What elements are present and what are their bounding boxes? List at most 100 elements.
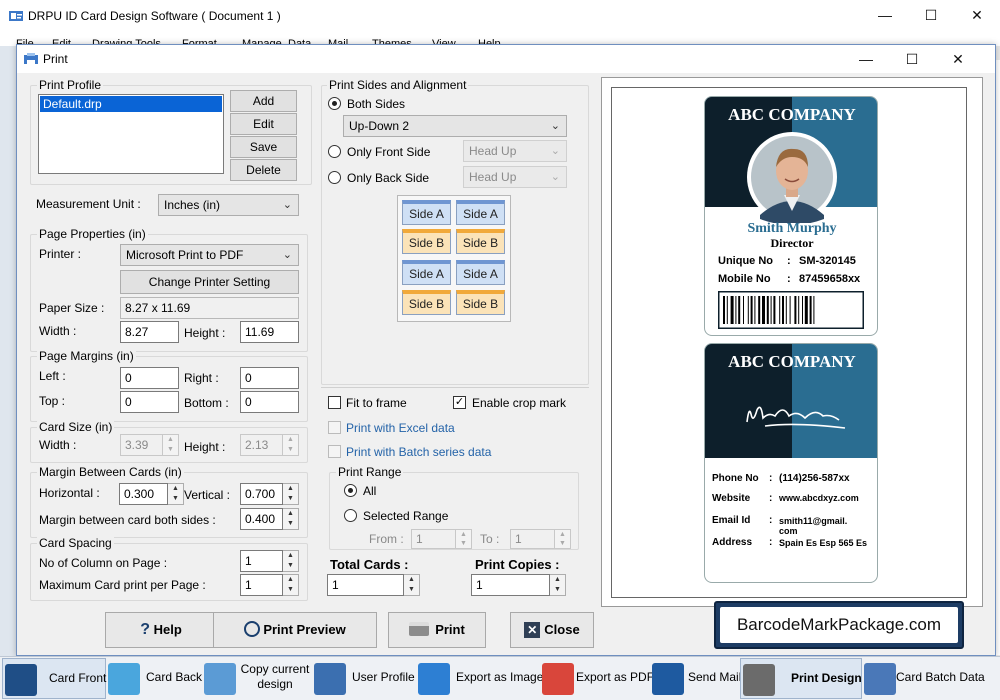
toolbar-export-pdf[interactable]: Export as PDF [540,658,654,699]
bottom-margin-label: Bottom : [184,396,229,410]
front-side-label[interactable]: Only Front Side [347,145,430,159]
batch-data-icon [864,663,896,695]
top-margin-label: Top : [39,394,66,408]
both-sides-radio[interactable] [328,97,341,110]
bottom-margin-input[interactable]: 0 [240,391,299,413]
card-back-icon [108,663,140,695]
print-copies-spinner[interactable]: ▲ ▼ [550,574,566,596]
range-all-radio[interactable] [344,484,357,497]
from-spinner[interactable]: ▲ ▼ [456,529,472,549]
fit-to-frame-checkbox[interactable] [328,396,341,409]
from-label: From : [369,532,404,546]
top-margin-input[interactable]: 0 [120,391,179,413]
close-dialog-button-label: Close [544,622,580,637]
measurement-label: Measurement Unit : [36,197,141,211]
save-button[interactable]: Save [230,136,297,158]
back-side-label[interactable]: Only Back Side [347,171,429,185]
chevron-down-icon: ⌄ [282,199,292,211]
maximize-button[interactable]: ☐ [908,0,954,30]
page-width-input[interactable]: 8.27 [120,321,179,343]
profile-list[interactable]: Default.drp [38,94,224,174]
columns-spinner[interactable]: ▲ ▼ [283,550,299,572]
excel-data-checkbox[interactable] [328,421,341,434]
toolbar-send-mail[interactable]: Send Mail [650,658,741,699]
max-cards-spinner[interactable]: ▲ ▼ [283,574,299,596]
dialog-maximize-button[interactable]: ☐ [889,45,935,73]
range-all-label[interactable]: All [363,484,376,498]
delete-button[interactable]: Delete [230,159,297,181]
both-sides-margin-input[interactable]: 0.400 [240,508,283,530]
to-label: To : [480,532,500,546]
both-sides-mode-select[interactable]: Up-Down 2 ⌄ [343,115,567,137]
printer-icon [743,664,775,696]
change-printer-button[interactable]: Change Printer Setting [120,270,299,294]
range-selected-radio[interactable] [344,509,357,522]
excel-data-label[interactable]: Print with Excel data [346,421,455,435]
batch-data-checkbox[interactable] [328,445,341,458]
card-width-spinner[interactable]: ▲ ▼ [163,434,179,456]
page-height-input[interactable]: 11.69 [240,321,299,343]
vertical-margin-spinner[interactable]: ▲ ▼ [283,483,299,505]
magnifier-icon [244,621,261,637]
batch-data-label[interactable]: Print with Batch series data [346,445,491,459]
range-selected-label[interactable]: Selected Range [363,509,448,523]
total-cards-input[interactable]: 1 [327,574,404,596]
vertical-margin-input[interactable]: 0.700 [240,483,283,505]
total-cards-spinner[interactable]: ▲ ▼ [404,574,420,596]
max-cards-input[interactable]: 1 [240,574,283,596]
crop-mark-checkbox[interactable]: ✓ [453,396,466,409]
card-height-spinner[interactable]: ▲ ▼ [283,434,299,456]
crop-mark-label[interactable]: Enable crop mark [472,396,566,410]
toolbar-card-front-label: Card Front [49,671,107,685]
preview-page: ABC COMPANY Smith Murphy Director Unique… [611,87,967,598]
card-width-input[interactable]: 3.39 [120,434,163,456]
profile-list-item[interactable]: Default.drp [40,96,222,112]
fit-to-frame-label[interactable]: Fit to frame [346,396,407,410]
address-label: Address [712,537,753,548]
horizontal-margin-input[interactable]: 0.300 [119,483,168,505]
back-side-mode-select[interactable]: Head Up ⌄ [463,166,567,188]
to-spinner[interactable]: ▲ ▼ [555,529,571,549]
right-margin-input[interactable]: 0 [240,367,299,389]
close-button[interactable]: ✕ [954,0,1000,30]
toolbar-user-profile[interactable]: User Profile [312,658,416,699]
columns-input[interactable]: 1 [240,550,283,572]
toolbar-card-batch[interactable]: Card Batch Data [862,658,990,699]
horizontal-margin-spinner[interactable]: ▲ ▼ [168,483,184,505]
measurement-unit-select[interactable]: Inches (in) ⌄ [158,194,299,216]
both-sides-label[interactable]: Both Sides [347,97,405,111]
toolbar-export-image[interactable]: Export as Image [416,658,543,699]
printer-select[interactable]: Microsoft Print to PDF ⌄ [120,244,299,266]
toolbar-card-batch-label: Card Batch Data [896,670,985,684]
width-label: Width : [39,324,77,338]
both-sides-margin-spinner[interactable]: ▲ ▼ [283,508,299,530]
toolbar-card-back[interactable]: Card Back [106,658,202,699]
print-copies-input[interactable]: 1 [471,574,550,596]
print-button[interactable]: Print [388,612,486,648]
toolbar-print-design[interactable]: Print Design [740,658,862,699]
dialog-minimize-button[interactable]: — [843,45,889,73]
dialog-titlebar: Print — ☐ ✕ [17,45,995,73]
toolbar-copy-design[interactable]: Copy current design [202,658,312,699]
minimize-button[interactable]: — [862,0,908,30]
add-button[interactable]: Add [230,90,297,112]
help-button[interactable]: ? Help [105,612,217,648]
back-side-radio[interactable] [328,171,341,184]
print-preview-button[interactable]: Print Preview [213,612,377,648]
to-input[interactable]: 1 [510,529,555,549]
website-label: Website [712,493,751,504]
website-value: www.abcdxyz.com [779,493,859,503]
close-dialog-button[interactable]: ✕ Close [510,612,594,648]
side-a-tile: Side A [402,200,451,225]
print-preview-button-label: Print Preview [263,622,346,637]
front-side-mode-select[interactable]: Head Up ⌄ [463,140,567,162]
from-input[interactable]: 1 [411,529,456,549]
left-margin-input[interactable]: 0 [120,367,179,389]
dialog-close-button[interactable]: ✕ [935,45,981,73]
edit-button[interactable]: Edit [230,113,297,135]
right-margin-label: Right : [184,371,219,385]
front-side-radio[interactable] [328,145,341,158]
card-height-input[interactable]: 2.13 [240,434,283,456]
toolbar-card-front[interactable]: Card Front [2,658,106,699]
side-layout-preview: Side A Side A Side B Side B Side A Side … [397,195,511,322]
